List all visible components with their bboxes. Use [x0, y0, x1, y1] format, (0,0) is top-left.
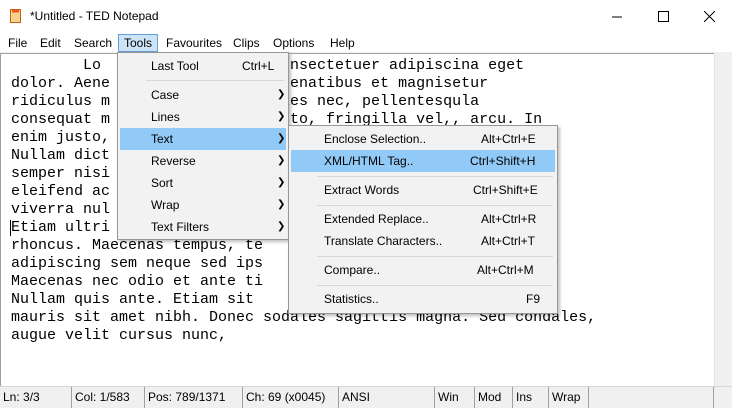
text-statistics[interactable]: Statistics.. F9	[291, 288, 555, 310]
menu-item-label: Lines	[151, 110, 180, 124]
text-enclose-selection[interactable]: Enclose Selection.. Alt+Ctrl+E	[291, 128, 555, 150]
menu-item-label: Statistics..	[324, 292, 379, 306]
menu-item-label: Reverse	[151, 154, 196, 168]
status-eol: Win	[435, 387, 475, 408]
status-insert: Ins	[513, 387, 549, 408]
menu-separator	[317, 256, 553, 257]
text-line: augue velit cursus nunc,	[11, 327, 228, 344]
tools-reverse[interactable]: Reverse ❯	[120, 150, 286, 172]
shortcut-label: Alt+Ctrl+T	[481, 234, 536, 248]
text-translate-characters[interactable]: Translate Characters.. Alt+Ctrl+T	[291, 230, 555, 252]
text-submenu: Enclose Selection.. Alt+Ctrl+E XML/HTML …	[288, 125, 558, 314]
tools-menu: Last Tool Ctrl+L Case ❯ Lines ❯ Text ❯ R…	[117, 52, 289, 240]
shortcut-label: Alt+Ctrl+E	[481, 132, 536, 146]
window-title: *Untitled - TED Notepad	[30, 9, 159, 23]
status-blank	[589, 387, 714, 408]
status-line: Ln: 3/3	[0, 387, 72, 408]
shortcut-label: Ctrl+L	[242, 59, 275, 73]
status-position: Pos: 789/1371	[145, 387, 243, 408]
menu-item-label: Sort	[151, 176, 174, 190]
menu-item-label: Case	[151, 88, 180, 102]
text-compare[interactable]: Compare.. Alt+Ctrl+M	[291, 259, 555, 281]
close-button[interactable]	[686, 0, 732, 32]
menu-separator	[317, 205, 553, 206]
tools-sort[interactable]: Sort ❯	[120, 172, 286, 194]
tools-lines[interactable]: Lines ❯	[120, 106, 286, 128]
menu-file[interactable]: File	[7, 34, 28, 52]
text-extract-words[interactable]: Extract Words Ctrl+Shift+E	[291, 179, 555, 201]
menu-item-label: XML/HTML Tag..	[324, 154, 414, 168]
shortcut-label: F9	[526, 292, 541, 306]
menu-separator	[317, 285, 553, 286]
menu-help[interactable]: Help	[329, 34, 356, 52]
shortcut-label: Alt+Ctrl+M	[477, 263, 534, 277]
status-wrap: Wrap	[549, 387, 589, 408]
tools-text[interactable]: Text ❯	[120, 128, 286, 150]
maximize-button[interactable]	[640, 0, 686, 32]
submenu-arrow-icon: ❯	[277, 177, 286, 188]
menu-item-label: Text Filters	[151, 220, 210, 234]
submenu-arrow-icon: ❯	[277, 155, 286, 166]
submenu-arrow-icon: ❯	[277, 111, 286, 122]
vertical-scrollbar[interactable]	[714, 53, 732, 386]
submenu-arrow-icon: ❯	[277, 89, 286, 100]
status-character: Ch: 69 (x0045)	[243, 387, 339, 408]
text-extended-replace[interactable]: Extended Replace.. Alt+Ctrl+R	[291, 208, 555, 230]
menu-separator	[146, 80, 284, 81]
menu-item-label: Translate Characters..	[324, 234, 443, 248]
menu-item-label: Extract Words	[324, 183, 400, 197]
menu-bar: File Edit Search Tools Favourites Clips …	[0, 32, 732, 52]
menu-item-label: Wrap	[151, 198, 180, 212]
menu-item-label: Last Tool	[151, 59, 199, 73]
menu-search[interactable]: Search	[73, 34, 113, 52]
tools-text-filters[interactable]: Text Filters ❯	[120, 216, 286, 238]
close-icon	[703, 10, 715, 22]
menu-clips[interactable]: Clips	[232, 34, 261, 52]
menu-item-label: Extended Replace..	[324, 212, 429, 226]
shortcut-label: Alt+Ctrl+R	[481, 212, 537, 226]
menu-item-label: Compare..	[324, 263, 381, 277]
status-modified: Mod	[475, 387, 513, 408]
menu-item-label: Text	[151, 132, 174, 146]
submenu-arrow-icon: ❯	[277, 133, 286, 144]
menu-favourites[interactable]: Favourites	[165, 34, 223, 52]
menu-tools[interactable]: Tools	[118, 34, 158, 52]
tools-wrap[interactable]: Wrap ❯	[120, 194, 286, 216]
tools-last-tool[interactable]: Last Tool Ctrl+L	[120, 55, 286, 77]
menu-edit[interactable]: Edit	[39, 34, 62, 52]
status-column: Col: 1/583	[72, 387, 145, 408]
shortcut-label: Ctrl+Shift+E	[473, 183, 538, 197]
shortcut-label: Ctrl+Shift+H	[470, 154, 536, 168]
status-bar: Ln: 3/3 Col: 1/583 Pos: 789/1371 Ch: 69 …	[0, 386, 732, 408]
submenu-arrow-icon: ❯	[277, 199, 286, 210]
maximize-icon	[657, 10, 669, 22]
status-encoding: ANSI	[339, 387, 435, 408]
menu-options[interactable]: Options	[272, 34, 315, 52]
menu-item-label: Enclose Selection..	[324, 132, 427, 146]
notepad-app-icon	[10, 9, 21, 23]
minimize-icon	[611, 16, 622, 17]
tools-case[interactable]: Case ❯	[120, 84, 286, 106]
text-xml-html-tag[interactable]: XML/HTML Tag.. Ctrl+Shift+H	[291, 150, 555, 172]
text-caret	[10, 220, 11, 236]
title-bar: *Untitled - TED Notepad	[0, 0, 732, 32]
submenu-arrow-icon: ❯	[277, 221, 286, 232]
menu-separator	[317, 176, 553, 177]
minimize-button[interactable]	[594, 0, 640, 32]
